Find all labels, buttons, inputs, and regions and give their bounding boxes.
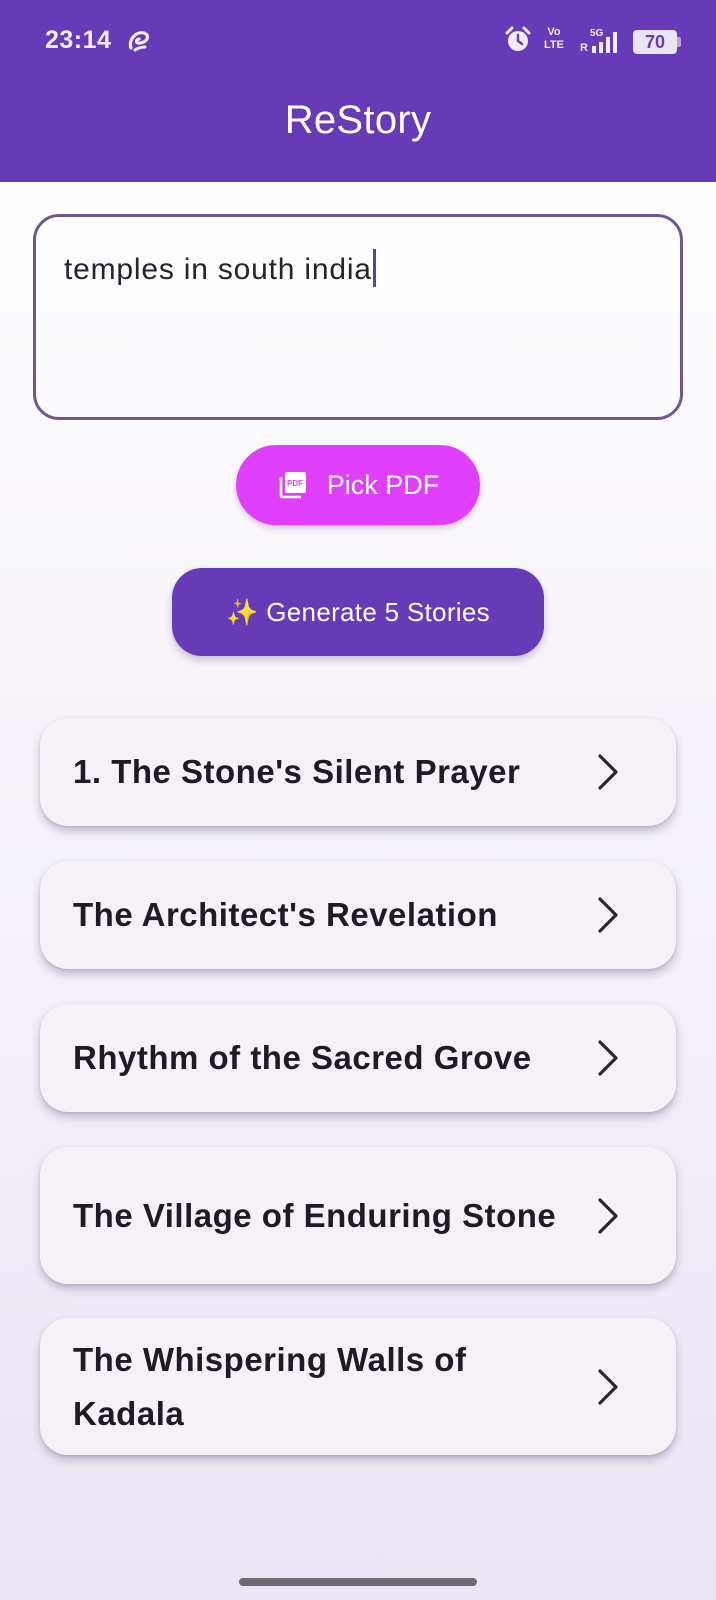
battery-icon: 70 (633, 30, 677, 54)
battery-cap (677, 37, 681, 47)
chevron-right-icon (598, 1040, 618, 1076)
chevron-right-icon (598, 1197, 618, 1234)
status-bar: 23:14 Vo LTE 5G R 70 (0, 0, 716, 82)
chevron-right-icon (598, 897, 618, 933)
text-caret (372, 249, 376, 287)
carrier-logo-icon (128, 31, 150, 52)
story-card[interactable]: Rhythm of the Sacred Grove (40, 1004, 676, 1112)
generate-stories-button[interactable]: ✨ Generate 5 Stories (172, 568, 544, 656)
story-title: The Village of Enduring Stone (73, 1196, 557, 1234)
home-indicator[interactable] (239, 1578, 477, 1586)
svg-text:R: R (580, 42, 588, 54)
pick-pdf-label: Pick PDF (326, 469, 440, 500)
battery-level: 70 (644, 31, 666, 52)
signal-icon: 5G R (580, 28, 617, 54)
chevron-right-icon (598, 1368, 618, 1405)
pick-pdf-button[interactable]: PDF Pick PDF (236, 445, 480, 525)
story-title: 1. The Stone's Silent Prayer (73, 753, 521, 790)
app-title: ReStory (284, 98, 432, 142)
svg-text:PDF: PDF (287, 479, 303, 488)
story-title: The Whispering Walls of Kadala (73, 1340, 467, 1432)
topic-input[interactable]: temples in south india (33, 214, 683, 420)
chevron-right-icon (598, 754, 618, 790)
story-card[interactable]: The Whispering Walls of Kadala (40, 1318, 676, 1455)
status-time: 23:14 (45, 26, 112, 54)
story-title: The Architect's Revelation (73, 896, 498, 933)
topic-input-value[interactable]: temples in south india (64, 253, 372, 287)
volte-icon: Vo LTE (544, 26, 564, 51)
pdf-icon: PDF (279, 472, 306, 499)
svg-text:5G: 5G (590, 28, 604, 39)
story-card[interactable]: 1. The Stone's Silent Prayer (40, 718, 676, 826)
app-bar: 23:14 Vo LTE 5G R 70 ReStory (0, 0, 716, 182)
story-title: Rhythm of the Sacred Grove (73, 1039, 532, 1076)
story-card[interactable]: The Architect's Revelation (40, 861, 676, 969)
generate-stories-label: ✨ Generate 5 Stories (226, 596, 490, 627)
story-card[interactable]: The Village of Enduring Stone (40, 1147, 676, 1284)
alarm-icon (505, 26, 531, 51)
